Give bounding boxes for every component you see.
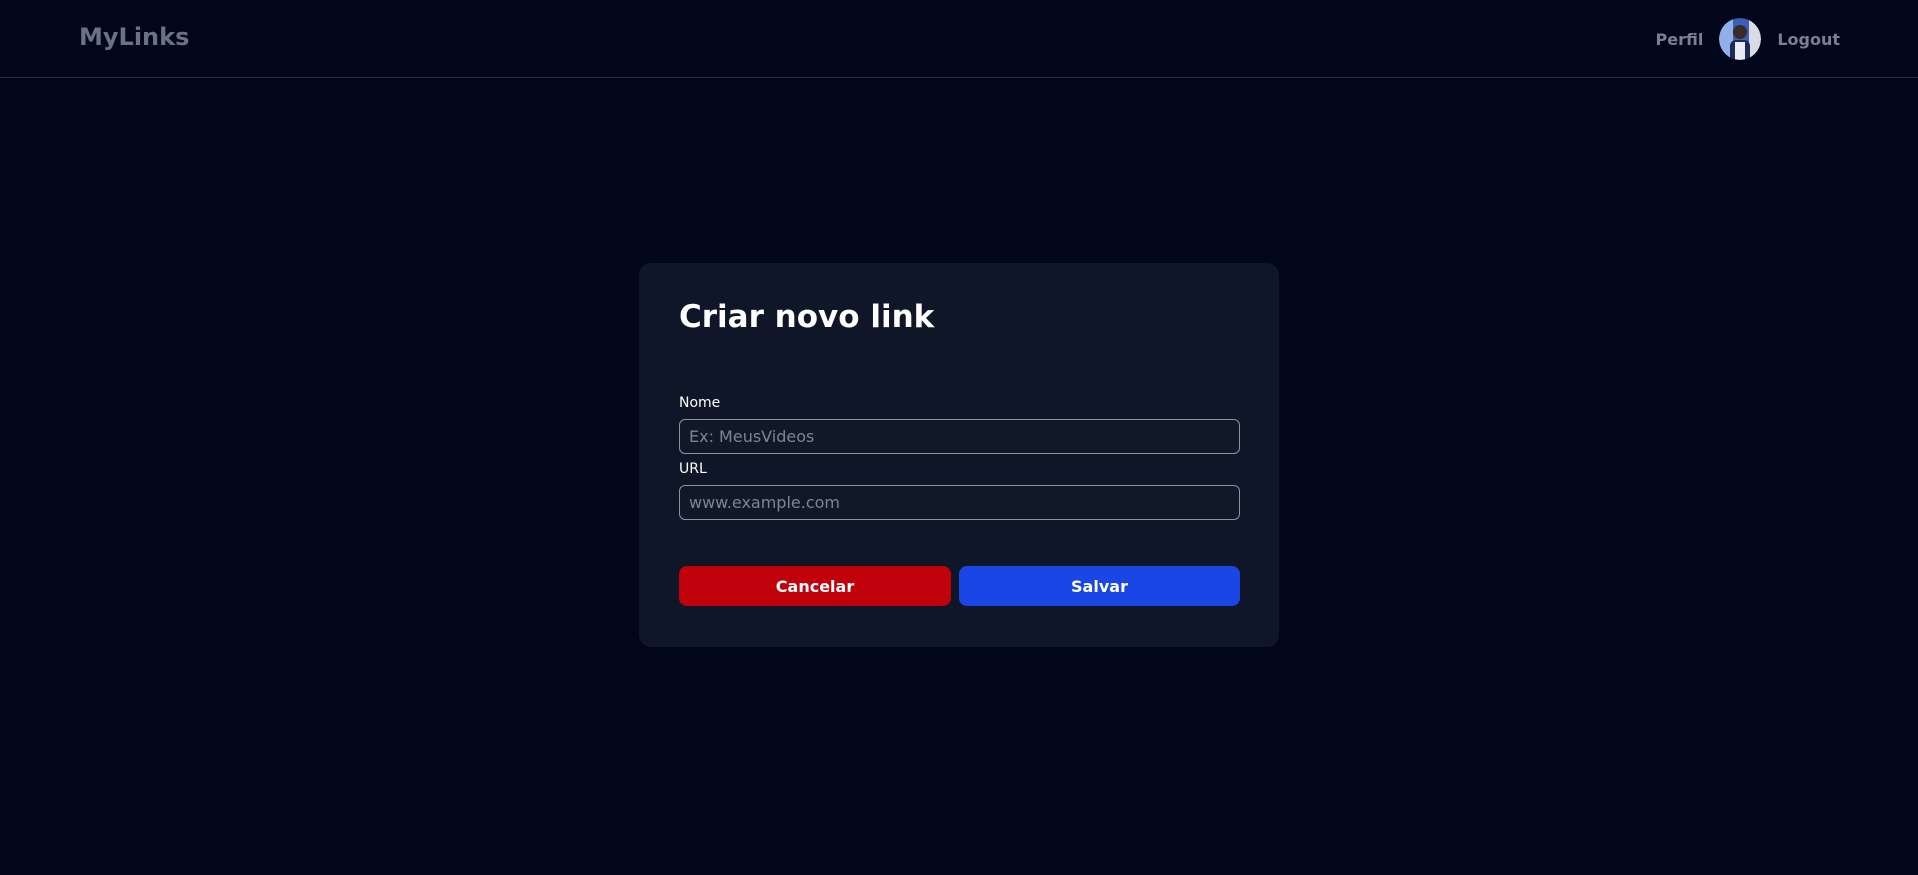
save-button[interactable]: Salvar <box>959 566 1240 606</box>
name-input[interactable] <box>679 419 1240 454</box>
app-logo[interactable]: MyLinks <box>79 23 189 51</box>
cancel-button[interactable]: Cancelar <box>679 566 951 606</box>
url-field-label: URL <box>679 461 707 477</box>
create-link-card: Criar novo link Nome URL Cancelar Salvar <box>639 263 1279 647</box>
profile-link[interactable]: Perfil <box>1656 30 1704 49</box>
top-navbar: MyLinks Perfil Logout <box>0 0 1918 78</box>
user-avatar-icon[interactable] <box>1719 18 1762 60</box>
name-field-label: Nome <box>679 395 721 411</box>
url-input[interactable] <box>679 485 1240 520</box>
logout-link[interactable]: Logout <box>1777 30 1840 49</box>
user-nav: Perfil Logout <box>1656 18 1840 60</box>
page-title: Criar novo link <box>679 299 935 335</box>
